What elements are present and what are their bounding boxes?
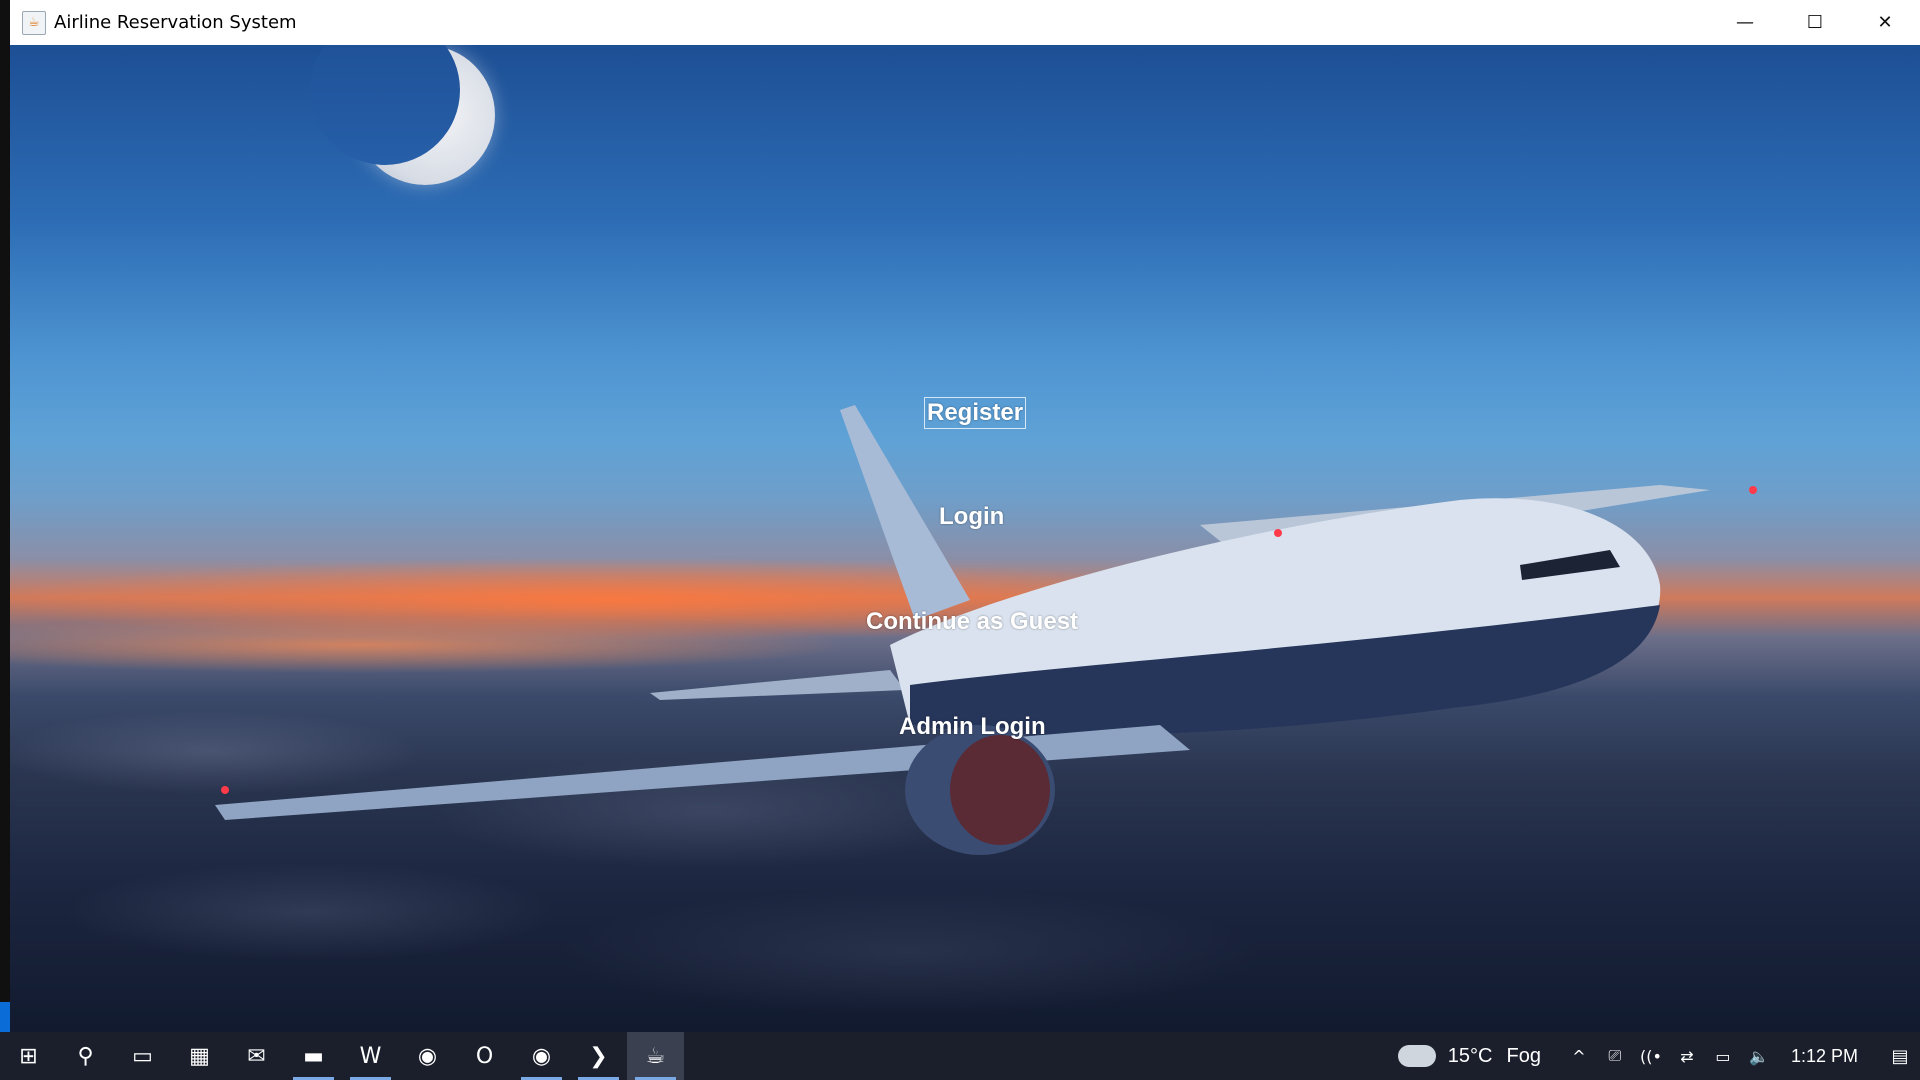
weather-temp: 15°C bbox=[1447, 1044, 1493, 1067]
fog-icon bbox=[1397, 1045, 1436, 1067]
file-explorer-glyph: ▬ bbox=[303, 1043, 324, 1069]
search-icon[interactable]: ⚲ bbox=[57, 1032, 114, 1080]
window-title: Airline Reservation System bbox=[54, 12, 297, 33]
weather-widget[interactable]: 15°C Fog bbox=[1397, 1044, 1541, 1068]
register-button[interactable]: Register bbox=[924, 397, 1027, 429]
weather-condition: Fog bbox=[1506, 1044, 1541, 1067]
network-icon[interactable]: ⇄ bbox=[1669, 1047, 1705, 1066]
background-image: Register Login Continue as Guest Admin L… bbox=[10, 45, 1920, 1032]
task-view-icon[interactable]: ▭ bbox=[114, 1032, 171, 1080]
app-window: ☕ Airline Reservation System — ☐ ✕ Regis… bbox=[10, 0, 1920, 1032]
file-explorer-icon[interactable]: ▬ bbox=[285, 1032, 342, 1080]
title-bar[interactable]: ☕ Airline Reservation System — ☐ ✕ bbox=[10, 0, 1920, 45]
word-glyph: W bbox=[359, 1043, 382, 1069]
vscode-icon[interactable]: ❯ bbox=[570, 1032, 627, 1080]
chrome-alt-icon[interactable]: ◉ bbox=[513, 1032, 570, 1080]
meet-now-icon[interactable]: ⎚ bbox=[1597, 1046, 1633, 1066]
vscode-glyph: ❯ bbox=[589, 1043, 608, 1069]
java-taskbar-icon[interactable]: ☕ bbox=[627, 1032, 684, 1080]
java-glyph: ☕ bbox=[645, 1043, 666, 1069]
minimize-button[interactable]: — bbox=[1710, 0, 1780, 45]
start-icon[interactable]: ⊞ bbox=[0, 1032, 57, 1080]
volume-icon[interactable]: 🔈 bbox=[1741, 1047, 1777, 1066]
clock[interactable]: 1:12 PM bbox=[1791, 1046, 1858, 1067]
word-icon[interactable]: W bbox=[342, 1032, 399, 1080]
battery-icon[interactable]: ▭ bbox=[1705, 1047, 1741, 1066]
store-icon[interactable]: ▦ bbox=[171, 1032, 228, 1080]
login-button[interactable]: Login bbox=[939, 503, 1004, 531]
admin-login-button[interactable]: Admin Login bbox=[899, 713, 1046, 741]
chrome-alt-glyph: ◉ bbox=[531, 1043, 552, 1069]
opera-icon[interactable]: O bbox=[456, 1032, 513, 1080]
desktop-edge bbox=[0, 0, 10, 1032]
close-button[interactable]: ✕ bbox=[1850, 0, 1920, 45]
taskbar: ⊞ ⚲ ▭ ▦ ✉ ▬ W ◉ O ◉ ❯ ☕ 15°C Fog ^ ⎚ ((•… bbox=[0, 1032, 1920, 1080]
mail-icon[interactable]: ✉ bbox=[228, 1032, 285, 1080]
notification-icon[interactable]: ▤ bbox=[1880, 1032, 1920, 1080]
airplane-image bbox=[215, 405, 1757, 855]
continue-as-guest-button[interactable]: Continue as Guest bbox=[866, 608, 1078, 636]
chrome-icon[interactable]: ◉ bbox=[399, 1032, 456, 1080]
wifi-icon[interactable]: ((• bbox=[1633, 1047, 1669, 1066]
maximize-button[interactable]: ☐ bbox=[1780, 0, 1850, 45]
java-app-icon: ☕ bbox=[22, 10, 46, 35]
show-hidden-icons-icon[interactable]: ^ bbox=[1561, 1047, 1597, 1066]
system-tray: 15°C Fog ^ ⎚ ((• ⇄ ▭ 🔈 1:12 PM ▤ bbox=[1397, 1032, 1920, 1080]
